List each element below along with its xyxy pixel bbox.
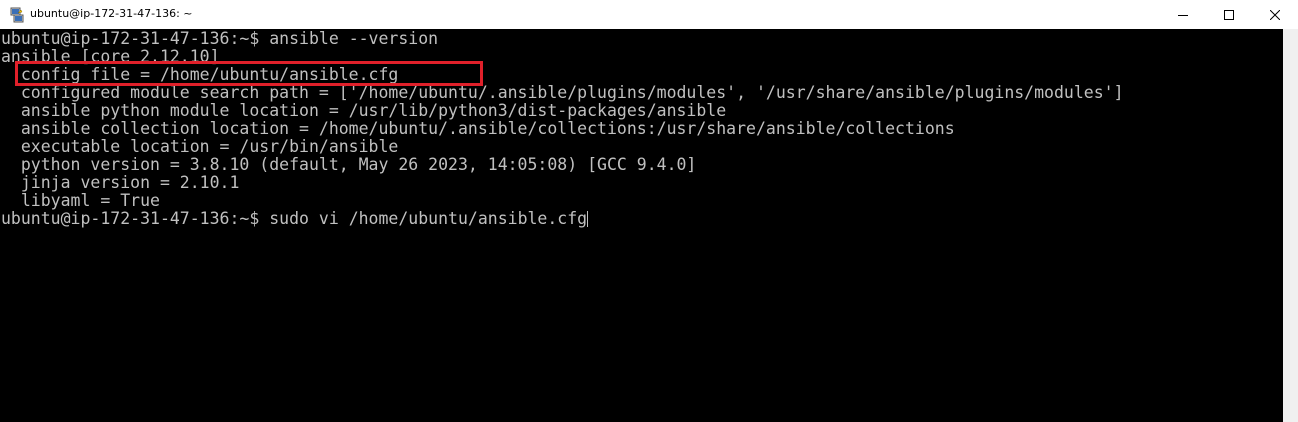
- output-line: configured module search path = ['/home/…: [1, 83, 1124, 102]
- window-title: ubuntu@ip-172-31-47-136: ~: [30, 7, 193, 20]
- text-cursor: [587, 211, 589, 227]
- output-line: jinja version = 2.10.1: [1, 173, 240, 192]
- command-line-2: ubuntu@ip-172-31-47-136:~$ sudo vi /home…: [1, 209, 589, 228]
- title-bar[interactable]: ubuntu@ip-172-31-47-136: ~: [0, 0, 1298, 29]
- close-icon: [1270, 9, 1280, 20]
- output-line: python version = 3.8.10 (default, May 26…: [1, 155, 697, 174]
- output-line: executable location = /usr/bin/ansible: [1, 137, 399, 156]
- output-line: ansible python module location = /usr/li…: [1, 101, 727, 120]
- output-line: ansible [core 2.12.10]: [1, 47, 220, 66]
- maximize-icon: [1224, 9, 1234, 20]
- command: sudo vi /home/ubuntu/ansible.cfg: [269, 209, 588, 228]
- command: ansible --version: [269, 29, 439, 48]
- terminal-window: ubuntu@ip-172-31-47-136: ~ ubuntu@ip-172…: [0, 0, 1298, 422]
- minimize-button[interactable]: [1160, 0, 1206, 29]
- output-line: ansible collection location = /home/ubun…: [1, 119, 955, 138]
- prompt: ubuntu@ip-172-31-47-136:~$: [1, 209, 270, 228]
- terminal-output[interactable]: ubuntu@ip-172-31-47-136:~$ ansible --ver…: [0, 29, 1283, 422]
- close-button[interactable]: [1252, 0, 1298, 29]
- output-line-config-file: config file = /home/ubuntu/ansible.cfg: [1, 65, 399, 84]
- putty-icon[interactable]: [9, 7, 25, 23]
- output-line: libyaml = True: [1, 191, 160, 210]
- vertical-scrollbar[interactable]: [1283, 29, 1298, 422]
- command-line-1: ubuntu@ip-172-31-47-136:~$ ansible --ver…: [1, 30, 438, 48]
- minimize-icon: [1178, 10, 1188, 20]
- prompt: ubuntu@ip-172-31-47-136:~$: [1, 29, 270, 48]
- maximize-button[interactable]: [1206, 0, 1252, 29]
